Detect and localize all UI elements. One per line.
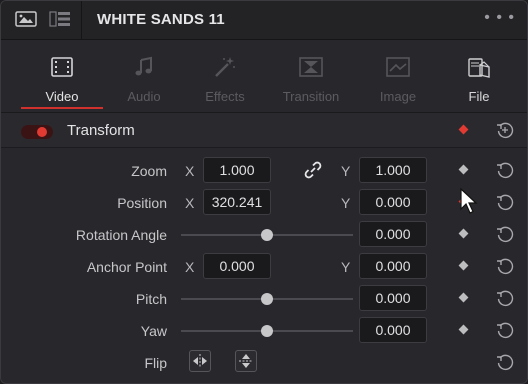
anchor-point-row: Anchor Point X 0.000 Y 0.000 <box>1 251 527 283</box>
reset-icon[interactable] <box>495 320 515 345</box>
flip-label: Flip <box>144 355 167 371</box>
rotation-angle-field[interactable]: 0.000 <box>359 221 427 247</box>
split-view-icon[interactable] <box>49 11 71 32</box>
anchor-y-field[interactable]: 0.000 <box>359 253 427 279</box>
image-icon <box>385 56 411 83</box>
position-row: Position X 320.241 Y 0.000 <box>1 187 527 219</box>
magic-wand-icon <box>213 56 237 83</box>
x-axis-label: X <box>185 195 195 211</box>
tab-label: Transition <box>282 89 340 104</box>
x-axis-label: X <box>185 259 195 275</box>
toggle-knob <box>37 127 47 137</box>
tab-image[interactable]: Image <box>355 40 441 112</box>
reset-icon[interactable] <box>495 192 515 217</box>
pitch-field[interactable]: 0.000 <box>359 285 427 311</box>
section-title: Transform <box>67 122 135 139</box>
pitch-slider-handle[interactable] <box>261 293 273 305</box>
reset-all-icon[interactable] <box>495 120 515 145</box>
tab-label: Video <box>45 89 79 104</box>
yaw-slider-handle[interactable] <box>261 325 273 337</box>
tab-file[interactable]: File <box>436 40 522 112</box>
yaw-label: Yaw <box>140 323 167 339</box>
rotation-angle-label: Rotation Angle <box>75 227 167 243</box>
transition-icon <box>298 56 324 83</box>
anchor-x-field[interactable]: 0.000 <box>203 253 271 279</box>
keyframe-diamond-icon[interactable] <box>458 260 469 271</box>
tab-label: Effects <box>205 89 245 104</box>
flip-row: Flip <box>1 347 527 379</box>
zoom-row: Zoom X 1.000 Y 1.000 <box>1 155 527 187</box>
music-note-icon <box>133 56 155 83</box>
reset-icon[interactable] <box>495 160 515 185</box>
flip-vertical-button[interactable] <box>235 350 257 372</box>
rotation-slider-handle[interactable] <box>261 229 273 241</box>
mouse-cursor-icon <box>459 187 479 222</box>
position-label: Position <box>117 195 167 211</box>
flip-horizontal-button[interactable] <box>189 350 211 372</box>
tab-label: Image <box>379 89 417 104</box>
transform-header[interactable]: Transform <box>1 113 527 148</box>
keyframe-diamond-icon[interactable] <box>458 124 469 135</box>
file-icon <box>467 56 491 85</box>
clip-title: WHITE SANDS 11 <box>97 11 225 28</box>
rotation-angle-row: Rotation Angle 0.000 <box>1 219 527 251</box>
y-axis-label: Y <box>341 259 351 275</box>
tab-transition[interactable]: Transition <box>268 40 354 112</box>
reset-icon[interactable] <box>495 256 515 281</box>
zoom-y-field[interactable]: 1.000 <box>359 157 427 183</box>
x-axis-label: X <box>185 163 195 179</box>
reset-icon[interactable] <box>495 224 515 249</box>
zoom-label: Zoom <box>131 163 167 179</box>
reset-icon[interactable] <box>495 352 515 377</box>
yaw-field[interactable]: 0.000 <box>359 317 427 343</box>
ellipsis-icon[interactable]: • • • <box>484 9 515 27</box>
reset-icon[interactable] <box>495 288 515 313</box>
inspector-panel: WHITE SANDS 11 • • • Video Audio Effects… <box>0 0 528 384</box>
position-x-field[interactable]: 320.241 <box>203 189 271 215</box>
yaw-row: Yaw 0.000 <box>1 315 527 347</box>
keyframe-diamond-icon[interactable] <box>458 228 469 239</box>
title-bar: WHITE SANDS 11 • • • <box>1 1 527 40</box>
picture-icon[interactable] <box>15 11 37 32</box>
pitch-row: Pitch 0.000 <box>1 283 527 315</box>
keyframe-diamond-icon[interactable] <box>458 292 469 303</box>
zoom-x-field[interactable]: 1.000 <box>203 157 271 183</box>
tab-label: Audio <box>127 89 161 104</box>
tab-label: File <box>468 89 490 104</box>
keyframe-diamond-icon[interactable] <box>458 324 469 335</box>
title-divider <box>81 1 82 39</box>
tab-audio[interactable]: Audio <box>101 40 187 112</box>
active-tab-indicator <box>21 107 103 109</box>
position-y-field[interactable]: 0.000 <box>359 189 427 215</box>
y-axis-label: Y <box>341 195 351 211</box>
transform-toggle[interactable] <box>21 125 53 139</box>
tab-effects[interactable]: Effects <box>182 40 268 112</box>
inspector-tabs: Video Audio Effects Transition Image Fil… <box>1 40 527 113</box>
link-icon[interactable] <box>304 161 322 184</box>
tab-video[interactable]: Video <box>19 40 105 112</box>
film-icon <box>50 56 74 83</box>
pitch-label: Pitch <box>135 291 167 307</box>
keyframe-diamond-icon[interactable] <box>458 164 469 175</box>
y-axis-label: Y <box>341 163 351 179</box>
anchor-point-label: Anchor Point <box>86 259 167 275</box>
